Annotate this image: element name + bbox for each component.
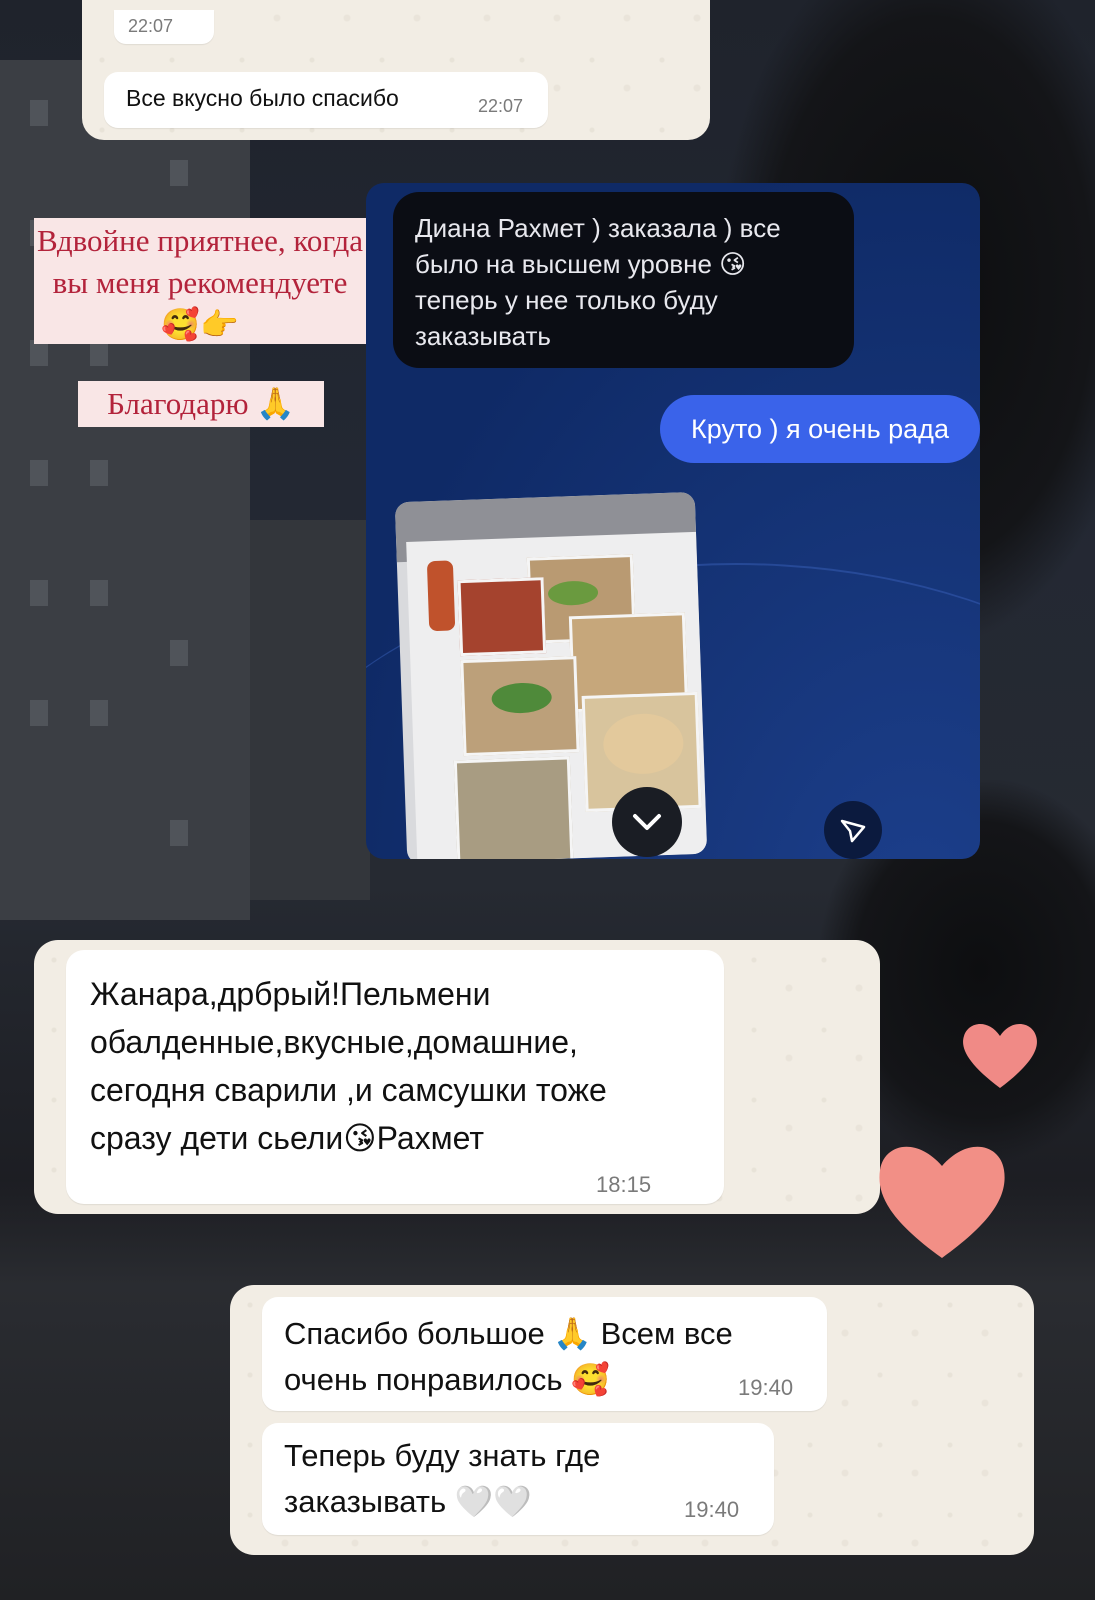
message-time: 22:07 [478, 96, 524, 116]
chat-screenshot-bottom: Спасибо большое 🙏 Всем все очень понрави… [230, 1285, 1034, 1555]
message-bubble: Жанара,дрбрый!Пельмени обалденные,вкусны… [66, 950, 724, 1204]
message-text: Все вкусно было спасибо [126, 85, 399, 111]
sent-message-bubble: Круто ) я очень рада [660, 395, 980, 463]
food-box [457, 577, 547, 657]
bottle [426, 560, 456, 632]
received-message-bubble: Диана Рахмет ) заказала ) все было на вы… [393, 192, 854, 368]
food-box [453, 756, 574, 859]
message-bubble: Теперь буду знать где заказывать 🤍🤍 19:4… [262, 1423, 774, 1535]
heart-icon [963, 1023, 1037, 1088]
message-time: 22:07 [128, 16, 174, 36]
message-time: 19:40 [684, 1497, 740, 1522]
message-text: Спасибо большое 🙏 Всем все очень понрави… [284, 1316, 733, 1397]
chevron-down-icon[interactable] [612, 787, 682, 857]
message-bubble: Спасибо большое 🙏 Всем все очень понрави… [262, 1297, 827, 1411]
send-icon[interactable] [824, 801, 882, 859]
message-bubble: Все вкусно было спасибо 22:07 [104, 72, 548, 128]
apartment-building-far [250, 520, 370, 900]
direct-message-screenshot: Диана Рахмет ) заказала ) все было на вы… [366, 183, 980, 859]
message-time: 18:15 [596, 1172, 652, 1197]
caption-recommend: Вдвойне приятнее, когда вы меня рекоменд… [34, 218, 366, 344]
heart-icon [879, 1146, 1005, 1258]
message-text: Жанара,дрбрый!Пельмени обалденные,вкусны… [90, 976, 607, 1156]
message-time: 19:40 [738, 1375, 794, 1400]
caption-thanks: Благодарю 🙏 [78, 381, 324, 427]
chat-screenshot-top: 22:07 Все вкусно было спасибо 22:07 [82, 0, 710, 140]
message-text: Теперь буду знать где заказывать 🤍🤍 [284, 1438, 601, 1519]
apartment-building [0, 60, 250, 920]
message-bubble: 22:07 [114, 10, 214, 44]
chat-screenshot-middle: Жанара,дрбрый!Пельмени обалденные,вкусны… [34, 940, 880, 1214]
